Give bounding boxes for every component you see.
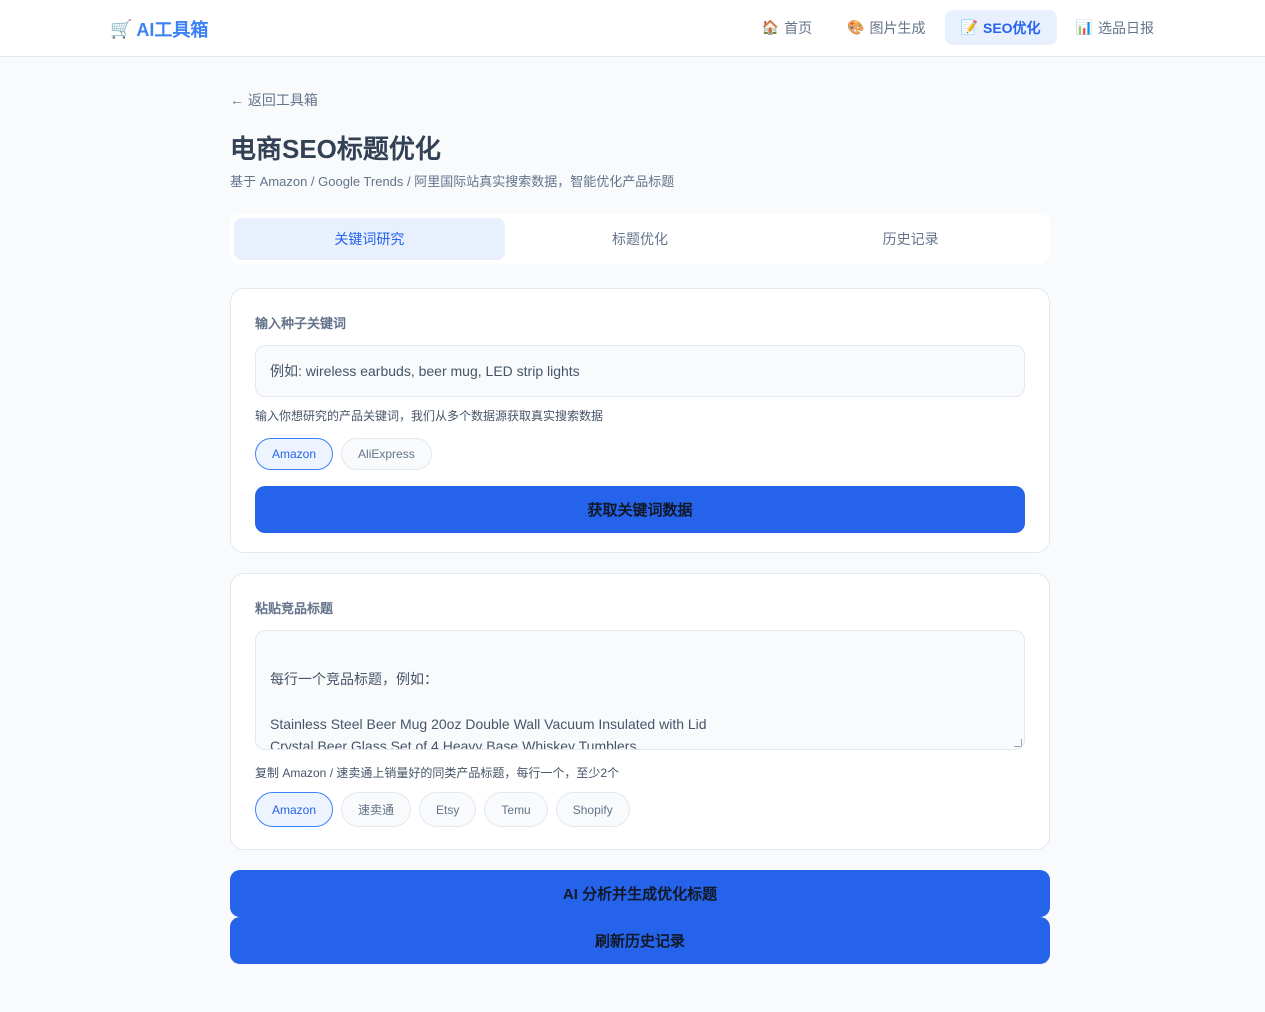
tab-title-optimization[interactable]: 标题优化 xyxy=(505,218,776,260)
platform-chip-amazon[interactable]: Amazon xyxy=(255,438,334,470)
bar-chart-icon: 📊 xyxy=(1075,19,1093,35)
nav-item-label: SEO优化 xyxy=(982,19,1041,36)
fetch-keyword-data-button[interactable]: 获取关键词数据 xyxy=(255,486,1025,533)
competitor-titles-textarea[interactable]: 每行一个竞品标题，例如： Stainless Steel Beer Mug 20… xyxy=(255,630,1025,750)
nav-item-label: 图片生成 xyxy=(869,19,926,36)
platform-chip-etsy[interactable]: Etsy xyxy=(419,792,477,827)
page-subtitle: 基于 Amazon / Google Trends / 阿里国际站真实搜索数据，… xyxy=(230,174,675,189)
nav-item-home[interactable]: 🏠 首页 xyxy=(746,10,828,45)
back-to-toolbox-link[interactable]: ← 返回工具箱 xyxy=(230,90,318,110)
resize-handle-icon[interactable] xyxy=(1014,739,1022,747)
platform-chip-temu[interactable]: Temu xyxy=(484,792,548,827)
palette-icon: 🎨 xyxy=(847,19,865,35)
nav-item-product-report[interactable]: 📊 选品日报 xyxy=(1060,10,1170,45)
platform-chip-amazon[interactable]: Amazon xyxy=(255,792,334,827)
tab-history[interactable]: 历史记录 xyxy=(775,218,1046,260)
seed-keyword-label: 输入种子关键词 xyxy=(255,316,347,331)
platform-chip-aliexpress-cn[interactable]: 速卖通 xyxy=(341,792,412,827)
page-title: 电商SEO标题优化 xyxy=(230,134,441,164)
home-icon: 🏠 xyxy=(761,19,780,35)
nav-item-label: 选品日报 xyxy=(1098,19,1154,36)
nav-item-image-generation[interactable]: 🎨 图片生成 xyxy=(831,10,941,45)
nav-item-label: 首页 xyxy=(784,19,813,36)
app-logo[interactable]: 🛒 AI工具箱 xyxy=(110,16,208,42)
competitor-titles-placeholder: 每行一个竞品标题，例如： Stainless Steel Beer Mug 20… xyxy=(270,670,707,750)
competitor-titles-label: 粘贴竞品标题 xyxy=(255,601,334,616)
app-logo-text: AI工具箱 xyxy=(136,20,209,40)
platform-chip-aliexpress[interactable]: AliExpress xyxy=(341,438,432,470)
tab-bar: 关键词研究 标题优化 历史记录 xyxy=(230,214,1050,264)
nav-item-seo[interactable]: 📝 SEO优化 xyxy=(944,10,1057,45)
competitor-titles-card: 粘贴竞品标题 每行一个竞品标题，例如： Stainless Steel Beer… xyxy=(230,573,1050,850)
ai-analyze-button[interactable]: AI 分析并生成优化标题 xyxy=(230,870,1050,917)
keyword-research-card: 输入种子关键词 例如: wireless earbuds, beer mug, … xyxy=(230,288,1050,553)
tab-keyword-research[interactable]: 关键词研究 xyxy=(234,218,505,260)
main-nav: 🏠 首页 🎨 图片生成 📝 SEO优化 📊 选品日报 xyxy=(743,10,1170,45)
refresh-history-button[interactable]: 刷新历史记录 xyxy=(230,917,1050,964)
seed-keyword-helper: 输入你想研究的产品关键词，我们从多个数据源获取真实搜索数据 xyxy=(255,409,604,423)
competitor-platform-selector: Amazon 速卖通 Etsy Temu Shopify xyxy=(255,792,1025,827)
top-navbar: 🛒 AI工具箱 🏠 首页 🎨 图片生成 📝 SEO优化 📊 选品日报 xyxy=(0,0,1265,57)
keyword-platform-selector: Amazon AliExpress xyxy=(255,438,1025,470)
memo-icon: 📝 xyxy=(960,19,978,35)
platform-chip-shopify[interactable]: Shopify xyxy=(555,792,630,827)
shopping-cart-icon: 🛒 xyxy=(110,18,133,39)
competitor-titles-helper: 复制 Amazon / 速卖通上销量好的同类产品标题，每行一个，至少2个 xyxy=(255,766,620,780)
seed-keyword-input[interactable]: 例如: wireless earbuds, beer mug, LED stri… xyxy=(255,345,1025,397)
